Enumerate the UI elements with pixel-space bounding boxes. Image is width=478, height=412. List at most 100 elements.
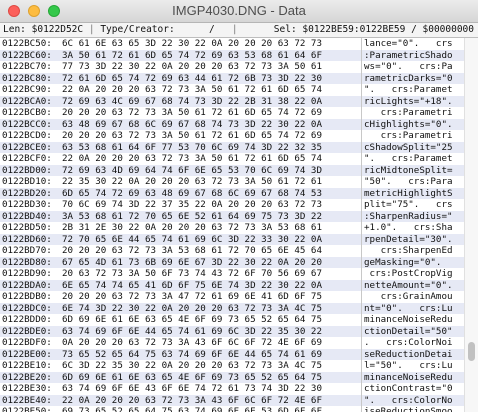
row-hex-bytes[interactable]: 72 69 63 4C 69 67 68 74 73 3D 22 2B 31 3… [62,96,322,108]
hex-row[interactable]: 0122BD20: 6D 65 74 72 69 63 48 69 67 68 6… [0,187,464,200]
row-hex-bytes[interactable]: 63 74 69 6F 6E 44 65 74 61 69 6C 3D 22 3… [62,326,322,338]
hex-row[interactable]: 0122BE50: 69 73 65 52 65 64 75 63 74 69 6… [0,406,464,412]
title-bar[interactable]: IMGP4030.DNG - Data [0,0,478,23]
hex-row[interactable]: 0122BC80: 72 61 6D 65 74 72 69 63 44 61 7… [0,72,464,85]
hex-row[interactable]: 0122BC60: 3A 50 61 72 61 6D 65 74 72 69 6… [0,49,464,62]
row-hex-bytes[interactable]: 22 35 30 22 0A 20 20 20 63 72 73 3A 50 6… [62,176,322,188]
row-ascii-text[interactable]: ". crs:Paramet [364,153,453,165]
row-ascii-text[interactable]: cHighlights="0". [364,119,453,131]
hex-row[interactable]: 0122BE00: 73 65 52 65 64 75 63 74 69 6F 6… [0,348,464,361]
hex-row[interactable]: 0122BD80: 67 65 4D 61 73 6B 69 6E 67 3D 2… [0,256,464,269]
hex-row[interactable]: 0122BDC0: 6E 74 3D 22 30 22 0A 20 20 20 6… [0,302,464,315]
row-ascii-text[interactable]: rametricDarks="0 [364,73,453,85]
hex-row[interactable]: 0122BD90: 20 63 72 73 3A 50 6F 73 74 43 7… [0,268,464,280]
hex-row[interactable]: 0122BCB0: 20 20 20 63 72 73 3A 50 61 72 6… [0,107,464,119]
row-ascii-text[interactable]: plit="75". crs [364,199,453,211]
row-ascii-text[interactable]: crs:SharpenEd [364,245,453,257]
row-hex-bytes[interactable]: 20 20 20 63 72 73 3A 53 68 61 72 70 65 6… [62,245,322,257]
row-hex-bytes[interactable]: 63 74 69 6F 6E 43 6F 6E 74 72 61 73 74 3… [62,383,322,395]
row-hex-bytes[interactable]: 20 20 20 63 72 73 3A 50 61 72 61 6D 65 7… [62,107,322,119]
hex-row[interactable]: 0122BE40: 22 0A 20 20 20 63 72 73 3A 43 6… [0,394,464,407]
row-ascii-text[interactable]: ". crs:ColorNo [364,395,453,407]
hex-row[interactable]: 0122BD00: 72 69 63 4D 69 64 74 6F 6E 65 5… [0,164,464,177]
row-ascii-text[interactable]: crs:GrainAmou [364,291,453,303]
hex-row[interactable]: 0122BC70: 77 73 3D 22 30 22 0A 20 20 20 6… [0,61,464,73]
row-ascii-text[interactable]: crs:Parametri [364,130,453,142]
row-hex-bytes[interactable]: 22 0A 20 20 20 63 72 73 3A 50 61 72 61 6… [62,153,322,165]
row-hex-bytes[interactable]: 3A 50 61 72 61 6D 65 74 72 69 63 53 68 6… [62,50,322,62]
row-hex-bytes[interactable]: 6E 65 74 74 65 41 6D 6F 75 6E 74 3D 22 3… [62,280,322,292]
row-hex-bytes[interactable]: 72 70 65 6E 44 65 74 61 69 6C 3D 22 33 3… [62,234,322,246]
hex-row[interactable]: 0122BD60: 72 70 65 6E 44 65 74 61 69 6C 3… [0,233,464,246]
row-ascii-text[interactable]: ricLights="+18". [364,96,453,108]
row-hex-bytes[interactable]: 72 69 63 4D 69 64 74 6F 6E 65 53 70 6C 6… [62,165,322,177]
row-hex-bytes[interactable]: 6E 74 3D 22 30 22 0A 20 20 20 63 72 73 3… [62,303,322,315]
row-ascii-text[interactable]: lance="0". crs [364,38,453,50]
scrollbar-thumb[interactable] [468,342,475,361]
row-hex-bytes[interactable]: 22 0A 20 20 20 63 72 73 3A 50 61 72 61 6… [62,84,322,96]
row-ascii-text[interactable]: +1.0". crs:Sha [364,222,453,234]
row-hex-bytes[interactable]: 69 73 65 52 65 64 75 63 74 69 6F 6E 53 6… [62,406,322,412]
row-hex-bytes[interactable]: 72 61 6D 65 74 72 69 63 44 61 72 6B 73 3… [62,73,322,85]
hex-row[interactable]: 0122BD10: 22 35 30 22 0A 20 20 20 63 72 7… [0,176,464,188]
row-ascii-text[interactable]: "50". crs:Para [364,176,453,188]
row-hex-bytes[interactable]: 73 65 52 65 64 75 63 74 69 6F 6E 44 65 7… [62,349,322,361]
row-ascii-text[interactable]: ctionContrast="0 [364,383,453,395]
hex-row[interactable]: 0122BCA0: 72 69 63 4C 69 67 68 74 73 3D 2… [0,95,464,108]
hex-row[interactable]: 0122BCF0: 22 0A 20 20 20 63 72 73 3A 50 6… [0,153,464,165]
row-ascii-text[interactable]: geMasking="0". [364,257,453,269]
row-ascii-text[interactable]: ricMidtoneSplit= [364,165,453,177]
row-hex-bytes[interactable]: 20 20 20 63 72 73 3A 47 72 61 69 6E 41 6… [62,291,322,303]
row-ascii-text[interactable]: l="50". crs:Lu [364,360,453,372]
row-ascii-text[interactable]: crs:PostCropVig [364,268,453,280]
hex-row[interactable]: 0122BE10: 6C 3D 22 35 30 22 0A 20 20 20 6… [0,360,464,372]
row-ascii-text[interactable]: netteAmount="0". [364,280,453,292]
row-hex-bytes[interactable]: 70 6C 69 74 3D 22 37 35 22 0A 20 20 20 6… [62,199,322,211]
row-hex-bytes[interactable]: 6C 3D 22 35 30 22 0A 20 20 20 63 72 73 3… [62,360,322,372]
hex-row[interactable]: 0122BD50: 2B 31 2E 30 22 0A 20 20 20 63 7… [0,222,464,234]
row-ascii-text[interactable]: :SharpenRadius=" [364,211,453,223]
row-hex-bytes[interactable]: 63 48 69 67 68 6C 69 67 68 74 73 3D 22 3… [62,119,322,131]
row-hex-bytes[interactable]: 63 53 68 61 64 6F 77 53 70 6C 69 74 3D 2… [62,142,322,154]
hex-row[interactable]: 0122BE30: 63 74 69 6F 6E 43 6F 6E 74 72 6… [0,383,464,395]
row-hex-bytes[interactable]: 3A 53 68 61 72 70 65 6E 52 61 64 69 75 7… [62,211,322,223]
hex-row[interactable]: 0122BD30: 70 6C 69 74 3D 22 37 35 22 0A 2… [0,199,464,211]
hex-row[interactable]: 0122BC90: 22 0A 20 20 20 63 72 73 3A 50 6… [0,84,464,96]
hex-row[interactable]: 0122BE20: 6D 69 6E 61 6E 63 65 4E 6F 69 7… [0,371,464,384]
row-ascii-text[interactable]: ". crs:Paramet [364,84,453,96]
row-ascii-text[interactable]: ctionDetail="50" [364,326,453,338]
row-ascii-text[interactable]: iseReductionSmoo [364,406,453,412]
hex-row[interactable]: 0122BCD0: 20 20 20 63 72 73 3A 50 61 72 6… [0,130,464,142]
row-ascii-text[interactable]: nt="0". crs:Lu [364,303,453,315]
row-ascii-text[interactable]: seReductionDetai [364,349,453,361]
row-ascii-text[interactable]: minanceNoiseRedu [364,314,453,326]
row-ascii-text[interactable]: metricHighlightS [364,188,453,200]
row-hex-bytes[interactable]: 20 20 20 63 72 73 3A 50 61 72 61 6D 65 7… [62,130,322,142]
row-hex-bytes[interactable]: 67 65 4D 61 73 6B 69 6E 67 3D 22 30 22 0… [62,257,322,269]
row-ascii-text[interactable]: ws="0". crs:Pa [364,61,453,73]
row-hex-bytes[interactable]: 6D 65 74 72 69 63 48 69 67 68 6C 69 67 6… [62,188,322,200]
hex-row[interactable]: 0122BDF0: 0A 20 20 20 63 72 73 3A 43 6F 6… [0,337,464,349]
row-ascii-text[interactable]: crs:Parametri [364,107,453,119]
row-ascii-text[interactable]: cShadowSplit="25 [364,142,453,154]
row-ascii-text[interactable]: rpenDetail="30". [364,234,453,246]
row-ascii-text[interactable]: minanceNoiseRedu [364,372,453,384]
row-hex-bytes[interactable]: 20 63 72 73 3A 50 6F 73 74 43 72 6F 70 5… [62,268,322,280]
hex-row[interactable]: 0122BDB0: 20 20 20 63 72 73 3A 47 72 61 6… [0,291,464,303]
hex-row[interactable]: 0122BD70: 20 20 20 63 72 73 3A 53 68 61 7… [0,245,464,257]
hex-row[interactable]: 0122BDA0: 6E 65 74 74 65 41 6D 6F 75 6E 7… [0,279,464,292]
vertical-scrollbar[interactable] [464,38,478,412]
row-hex-bytes[interactable]: 2B 31 2E 30 22 0A 20 20 20 63 72 73 3A 5… [62,222,322,234]
hex-row[interactable]: 0122BCC0: 63 48 69 67 68 6C 69 67 68 74 7… [0,118,464,131]
row-ascii-text[interactable]: . crs:ColorNoi [364,337,453,349]
row-hex-bytes[interactable]: 77 73 3D 22 30 22 0A 20 20 20 63 72 73 3… [62,61,322,73]
hex-data-view[interactable]: 0122BC50: 6C 61 6E 63 65 3D 22 30 22 0A 2… [0,38,464,412]
hex-row[interactable]: 0122BC50: 6C 61 6E 63 65 3D 22 30 22 0A 2… [0,38,464,50]
hex-row[interactable]: 0122BD40: 3A 53 68 61 72 70 65 6E 52 61 6… [0,210,464,223]
hex-row[interactable]: 0122BDE0: 63 74 69 6F 6E 44 65 74 61 69 6… [0,325,464,338]
row-hex-bytes[interactable]: 6D 69 6E 61 6E 63 65 4E 6F 69 73 65 52 6… [62,314,322,326]
row-hex-bytes[interactable]: 0A 20 20 20 63 72 73 3A 43 6F 6C 6F 72 4… [62,337,322,349]
row-ascii-text[interactable]: :ParametricShado [364,50,453,62]
row-hex-bytes[interactable]: 22 0A 20 20 20 63 72 73 3A 43 6F 6C 6F 7… [62,395,322,407]
hex-row[interactable]: 0122BCE0: 63 53 68 61 64 6F 77 53 70 6C 6… [0,141,464,154]
